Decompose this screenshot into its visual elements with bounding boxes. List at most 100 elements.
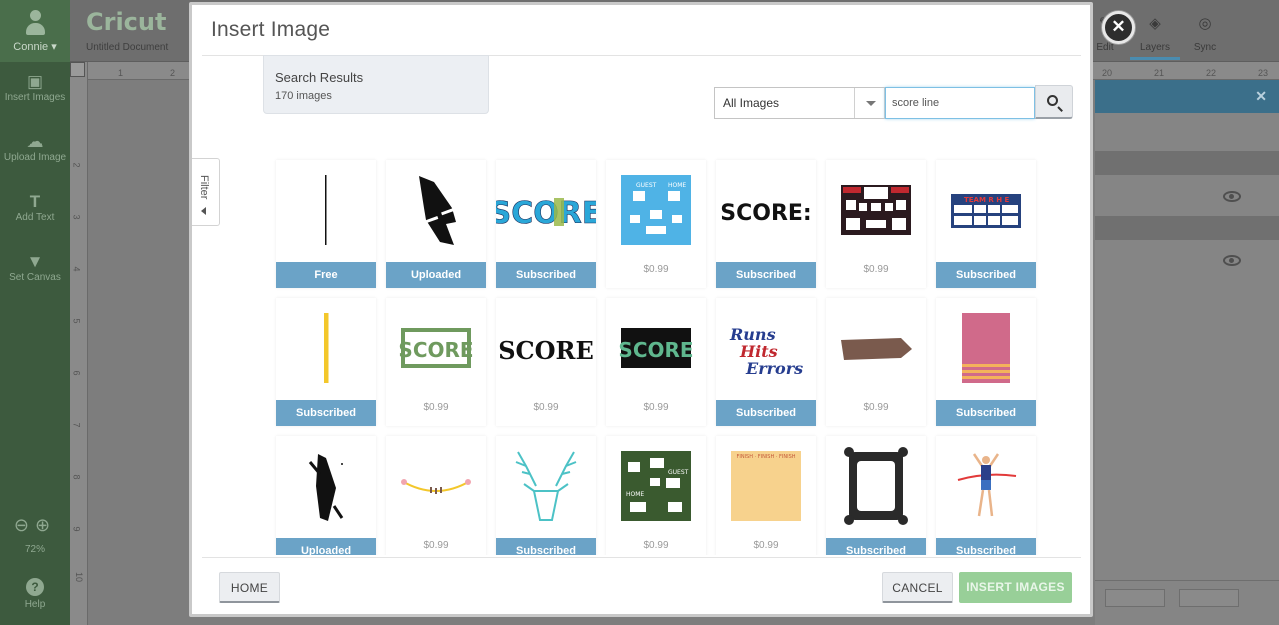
help-button[interactable]: ? Help bbox=[0, 578, 70, 610]
license-badge: Subscribed bbox=[936, 538, 1036, 555]
image-card[interactable]: Free bbox=[276, 160, 376, 288]
layers-panel-header: ✕ bbox=[1095, 80, 1279, 113]
ruler-tick: 9 bbox=[71, 526, 82, 532]
license-badge: Subscribed bbox=[496, 262, 596, 288]
thumbnail-text: Errors bbox=[745, 359, 803, 378]
price-label: $0.99 bbox=[423, 402, 449, 413]
image-card[interactable]: HOME GUEST $0.99 bbox=[606, 436, 706, 555]
search-icon bbox=[1047, 95, 1058, 106]
home-button[interactable]: HOME bbox=[219, 572, 280, 603]
license-badge: Subscribed bbox=[276, 400, 376, 426]
search-results-summary: Search Results 170 images bbox=[263, 55, 489, 114]
image-card[interactable]: SCORE Subscribed bbox=[496, 160, 596, 288]
image-thumbnail bbox=[936, 298, 1036, 398]
image-grid: Free Uploaded SCORE Subscribed GUEST HOME… bbox=[202, 155, 1081, 555]
image-card[interactable]: $0.99 bbox=[826, 160, 926, 288]
search-button[interactable] bbox=[1035, 85, 1073, 119]
image-card[interactable]: FINISH · FINISH · FINISH $0.99 bbox=[716, 436, 816, 555]
sidebar-item-set-canvas[interactable]: ▼ Set Canvas bbox=[0, 242, 70, 302]
zoom-controls: ⊖⊕ 72% bbox=[0, 515, 70, 555]
shirt-icon: ▼ bbox=[26, 252, 44, 271]
image-card[interactable]: SCORE $0.99 bbox=[496, 298, 596, 426]
image-card[interactable]: SCORE $0.99 bbox=[606, 298, 706, 426]
license-badge: Subscribed bbox=[826, 538, 926, 555]
image-card[interactable]: Uploaded bbox=[276, 436, 376, 555]
image-thumbnail: SCORE bbox=[496, 298, 596, 398]
ruler-tick: 10 bbox=[74, 571, 85, 583]
ruler-tick: 20 bbox=[1102, 68, 1113, 78]
image-card[interactable]: GUEST HOME $0.99 bbox=[606, 160, 706, 288]
image-thumbnail bbox=[936, 436, 1036, 536]
category-select[interactable]: All Images bbox=[714, 87, 885, 119]
results-title: Search Results bbox=[275, 70, 364, 85]
image-thumbnail: SCORE bbox=[386, 298, 486, 398]
ruler-tick: 22 bbox=[1206, 68, 1217, 78]
layers-action-button[interactable] bbox=[1105, 589, 1165, 607]
license-badge: Uploaded bbox=[276, 538, 376, 555]
cancel-button[interactable]: CANCEL bbox=[882, 572, 953, 603]
document-title[interactable]: Untitled Document bbox=[86, 42, 168, 53]
category-select-value: All Images bbox=[723, 96, 780, 110]
ruler-tick: 8 bbox=[71, 474, 82, 480]
image-card[interactable]: $0.99 bbox=[386, 436, 486, 555]
price-label: $0.99 bbox=[643, 402, 669, 413]
close-icon[interactable]: ✕ bbox=[1255, 88, 1267, 105]
image-card[interactable]: SCORE $0.99 bbox=[386, 298, 486, 426]
sidebar-item-insert-images[interactable]: ▣ Insert Images bbox=[0, 62, 70, 122]
zoom-out-icon[interactable]: ⊖ bbox=[14, 515, 35, 535]
image-card[interactable]: Subscribed bbox=[496, 436, 596, 555]
close-icon: ✕ bbox=[1111, 17, 1126, 36]
zoom-in-icon[interactable]: ⊕ bbox=[35, 515, 56, 535]
price-label: $0.99 bbox=[533, 402, 559, 413]
eye-icon[interactable] bbox=[1223, 191, 1241, 202]
ruler-vertical: 2 3 4 5 6 7 8 9 10 bbox=[70, 62, 88, 625]
chevron-down-icon[interactable] bbox=[866, 101, 876, 106]
zoom-level: 72% bbox=[24, 544, 45, 555]
image-card[interactable]: Subscribed bbox=[826, 436, 926, 555]
sidebar-item-upload-image[interactable]: ☁ Upload Image bbox=[0, 122, 70, 182]
layer-group-header[interactable] bbox=[1095, 151, 1279, 175]
image-icon: ▣ bbox=[26, 72, 44, 91]
divider bbox=[202, 557, 1081, 558]
ruler-tick: 7 bbox=[71, 422, 82, 428]
price-label: $0.99 bbox=[863, 402, 889, 413]
image-thumbnail: SCORE bbox=[606, 298, 706, 398]
license-badge: Subscribed bbox=[936, 400, 1036, 426]
avatar-icon bbox=[25, 10, 45, 36]
image-card[interactable]: Runs Hits Errors Subscribed bbox=[716, 298, 816, 426]
thumbnail-text: SCORE bbox=[618, 338, 693, 362]
ruler-tick: 3 bbox=[71, 214, 82, 220]
layers-tab[interactable]: ◈ Layers bbox=[1130, 14, 1180, 60]
insert-images-button[interactable]: INSERT IMAGES bbox=[959, 572, 1072, 603]
image-card[interactable]: Subscribed bbox=[276, 298, 376, 426]
license-badge: Subscribed bbox=[716, 262, 816, 288]
layers-panel: ✕ bbox=[1095, 80, 1279, 625]
user-menu[interactable]: Connie ▾ bbox=[0, 0, 70, 62]
layer-group-header[interactable] bbox=[1095, 216, 1279, 240]
image-card[interactable]: TEAM R H E Subscribed bbox=[936, 160, 1036, 288]
ruler-tick: 5 bbox=[71, 318, 82, 324]
image-thumbnail: TEAM R H E bbox=[936, 160, 1036, 260]
cloud-upload-icon: ☁ bbox=[26, 132, 44, 151]
sync-tab[interactable]: ◎ Sync bbox=[1180, 14, 1230, 53]
image-thumbnail: SCORE: bbox=[716, 160, 816, 260]
thumbnail-text: SCORE: bbox=[720, 201, 811, 226]
layers-action-button[interactable] bbox=[1179, 589, 1239, 607]
ruler-tick: 1 bbox=[118, 68, 124, 78]
image-card[interactable]: Subscribed bbox=[936, 436, 1036, 555]
sidebar-item-add-text[interactable]: T Add Text bbox=[0, 182, 70, 242]
thumbnail-text: SCORE bbox=[498, 336, 594, 365]
image-thumbnail: SCORE bbox=[496, 160, 596, 260]
image-thumbnail bbox=[276, 298, 376, 398]
image-card[interactable]: Uploaded bbox=[386, 160, 486, 288]
image-thumbnail: GUEST HOME bbox=[606, 160, 706, 260]
eye-icon[interactable] bbox=[1223, 255, 1241, 266]
search-input[interactable] bbox=[885, 87, 1035, 119]
ruler-tick: 4 bbox=[71, 266, 82, 272]
license-badge: Subscribed bbox=[716, 400, 816, 426]
close-dialog-button[interactable]: ✕ bbox=[1102, 11, 1135, 44]
help-icon: ? bbox=[26, 578, 44, 596]
image-card[interactable]: $0.99 bbox=[826, 298, 926, 426]
image-card[interactable]: Subscribed bbox=[936, 298, 1036, 426]
image-card[interactable]: SCORE: Subscribed bbox=[716, 160, 816, 288]
